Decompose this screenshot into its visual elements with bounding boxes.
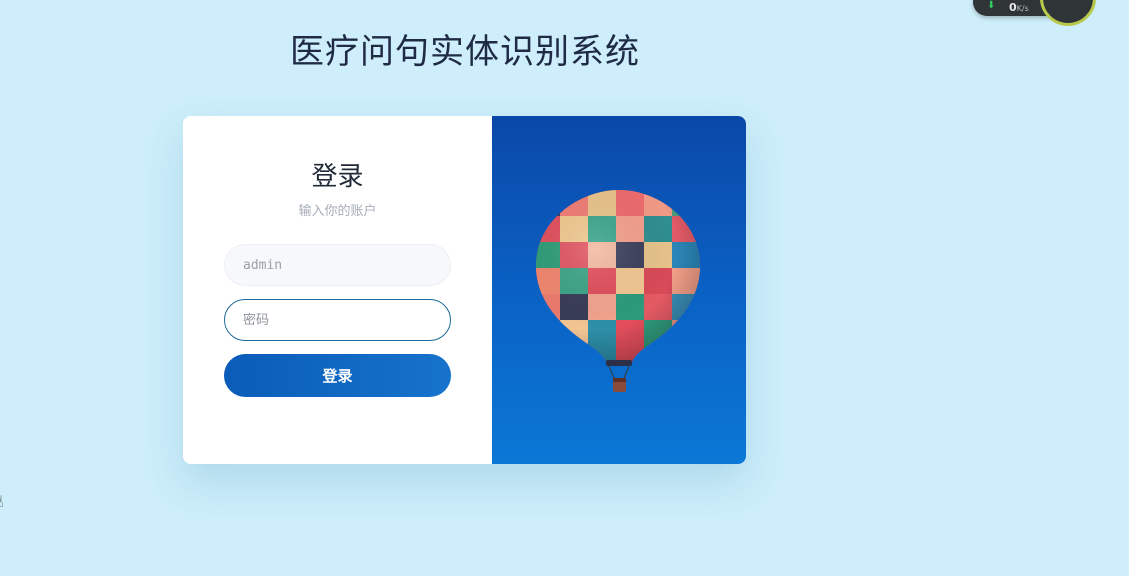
login-panel: 登录 输入你的账户 登录	[183, 116, 492, 464]
network-speed-value: 0K/s	[1009, 1, 1029, 14]
download-arrow-icon: ⬇	[987, 0, 996, 11]
hot-air-balloon-illustration	[536, 190, 700, 392]
login-button[interactable]: 登录	[224, 354, 451, 397]
page-title: 医疗问句实体识别系统	[290, 32, 640, 72]
login-title: 登录	[311, 162, 364, 192]
speed-gauge-icon	[1040, 0, 1096, 26]
password-input[interactable]	[224, 299, 451, 341]
balloon-photo	[492, 116, 746, 464]
login-subtitle: 输入你的账户	[298, 204, 377, 219]
login-card: 登录 输入你的账户 登录	[183, 116, 746, 464]
username-input[interactable]	[224, 244, 451, 286]
hand-cursor-icon: ☝	[0, 492, 4, 511]
